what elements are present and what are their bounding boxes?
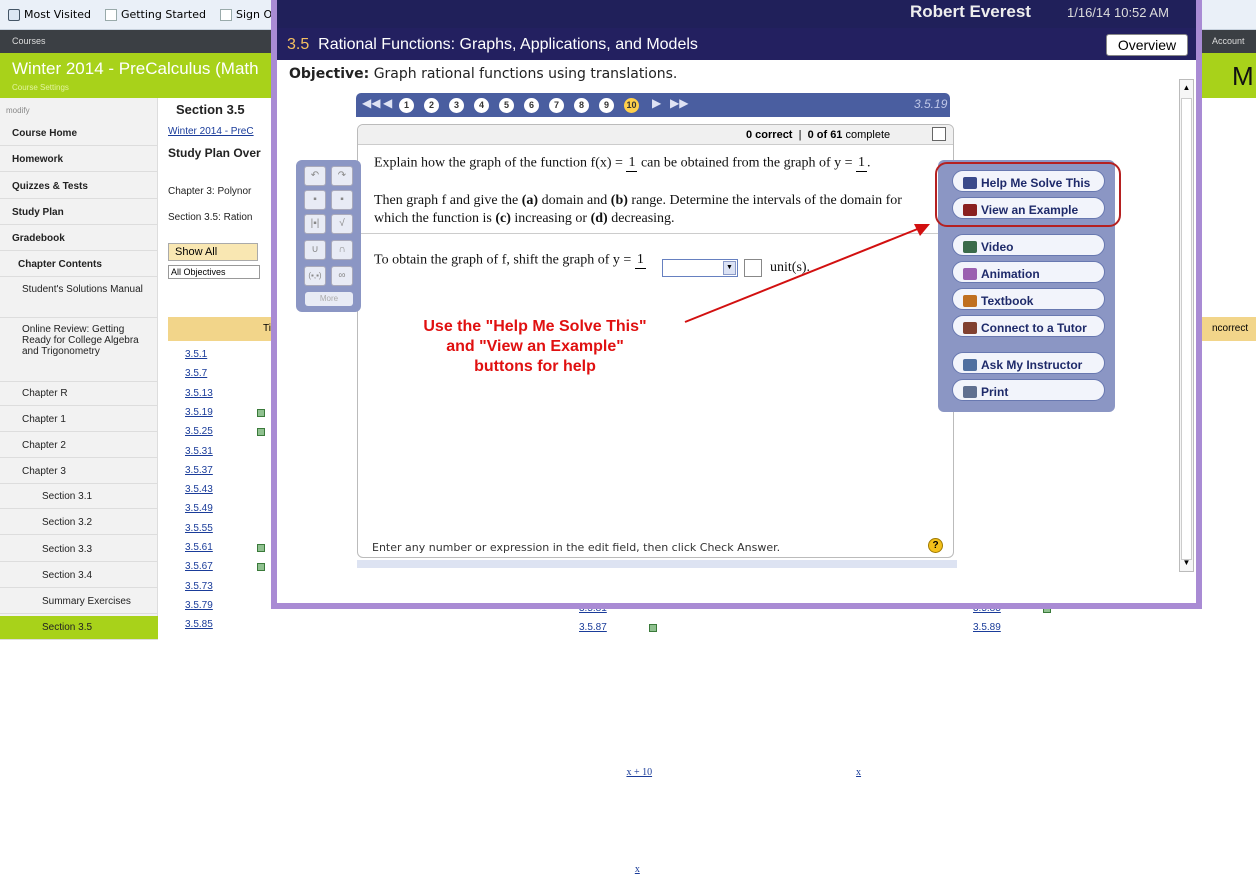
annotation-text: Use the "Help Me Solve This" and "View a…	[423, 318, 647, 375]
